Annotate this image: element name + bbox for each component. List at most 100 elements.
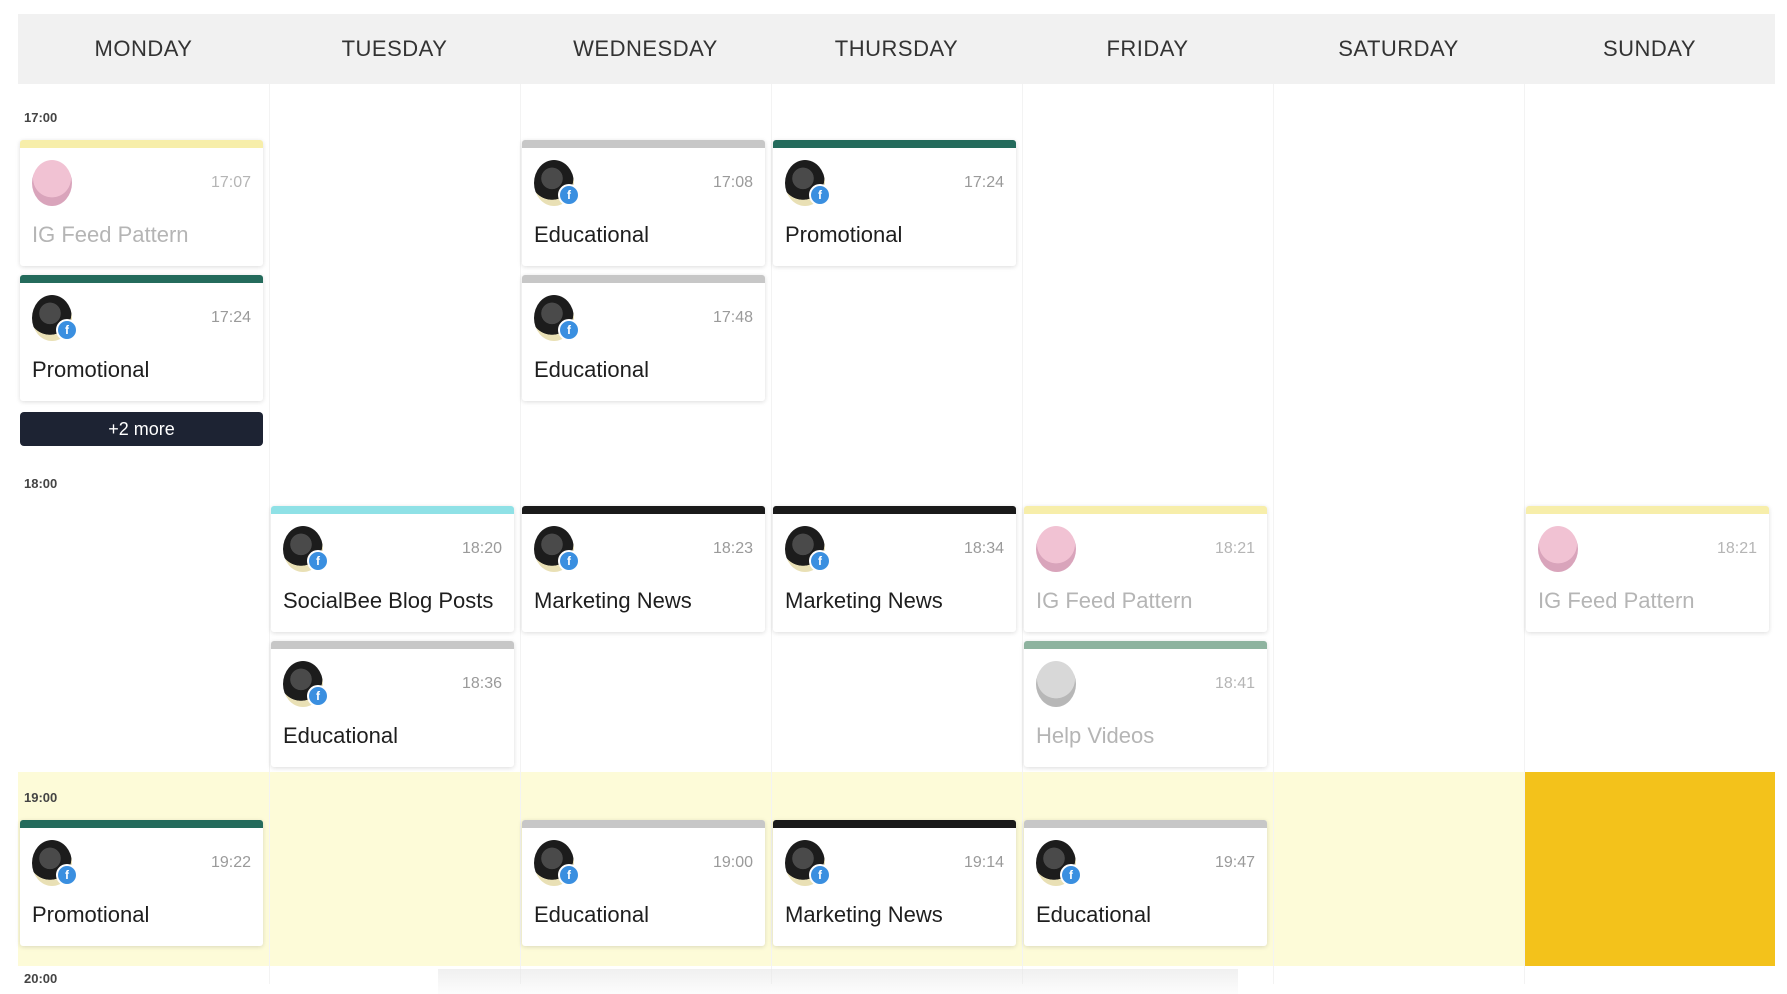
profile-avatar-icon: f [32,295,78,341]
post-time: 18:36 [461,675,502,692]
profile-avatar-icon: f [283,526,329,572]
category-color-bar [271,506,514,514]
facebook-badge-icon: f [558,319,580,341]
post-card[interactable]: f 18:23 Marketing News [522,506,765,632]
category-color-bar [522,275,765,283]
post-category-label: Promotional [32,902,150,927]
facebook-badge-icon: f [558,184,580,206]
profile-avatar-icon: f [1036,840,1082,886]
column-divider [1524,84,1525,984]
post-time: 18:41 [1214,675,1255,692]
day-header-sunday: SUNDAY [1602,36,1697,61]
post-category-label: Educational [283,723,398,748]
category-color-bar [20,820,263,828]
post-card[interactable]: f 17:08 Educational [522,140,765,266]
post-time: 19:00 [712,854,753,871]
post-time: 18:34 [963,540,1004,557]
hour-label: 19:00 [24,790,58,805]
post-category-label: IG Feed Pattern [1538,588,1695,613]
post-time: 18:21 [1214,540,1255,557]
facebook-badge-icon: f [809,864,831,886]
column-divider [771,84,772,984]
post-card[interactable]: f 18:34 Marketing News [773,506,1016,632]
post-time: 17:24 [963,174,1004,191]
category-color-bar [522,140,765,148]
post-card[interactable]: f 19:47 Educational [1024,820,1267,946]
category-color-bar [1526,506,1769,514]
facebook-badge-icon: f [558,550,580,572]
post-card[interactable]: f 18:20 SocialBee Blog Posts [271,506,514,632]
post-card[interactable]: f 19:22 Promotional [20,820,263,946]
category-color-bar [271,641,514,649]
post-time: 19:47 [1214,854,1255,871]
category-color-bar [1024,641,1267,649]
category-color-bar [773,820,1016,828]
post-time: 17:48 [712,309,753,326]
post-card[interactable]: f 17:24 Promotional [20,275,263,401]
post-time: 17:08 [712,174,753,191]
day-header-saturday: SATURDAY [1338,36,1459,61]
post-category-label: Marketing News [534,588,692,613]
category-color-bar [20,140,263,148]
hour-label: 18:00 [24,476,58,491]
category-color-bar [20,275,263,283]
profile-avatar-icon: f [534,160,580,206]
facebook-badge-icon: f [1060,864,1082,886]
post-card[interactable]: f 18:36 Educational [271,641,514,767]
post-card[interactable]: f 17:07 IG Feed Pattern [20,140,263,266]
post-category-label: Marketing News [785,588,943,613]
profile-avatar-icon: f [1036,661,1076,707]
post-category-label: Educational [534,902,649,927]
current-time-cell[interactable] [1524,772,1775,966]
post-category-label: Promotional [785,222,903,247]
post-category-label: Marketing News [785,902,943,927]
profile-avatar-icon: f [534,840,580,886]
post-card[interactable]: f 17:24 Promotional [773,140,1016,266]
column-divider [1022,84,1023,984]
category-color-bar [773,506,1016,514]
post-category-label: SocialBee Blog Posts [283,588,494,613]
post-card[interactable]: f 18:41 Help Videos [1024,641,1267,767]
facebook-badge-icon: f [809,550,831,572]
post-card[interactable]: f 17:48 Educational [522,275,765,401]
day-header-friday: FRIDAY [1106,36,1189,61]
post-time: 18:21 [1716,540,1757,557]
week-calendar: MONDAY TUESDAY WEDNESDAY THURSDAY FRIDAY… [18,14,1775,994]
facebook-badge-icon: f [307,550,329,572]
post-category-label: Educational [534,357,649,382]
profile-avatar-icon: f [534,295,580,341]
column-divider [520,84,521,984]
category-color-bar [522,506,765,514]
post-card[interactable]: f 18:21 IG Feed Pattern [1526,506,1769,632]
facebook-badge-icon: f [558,864,580,886]
category-color-bar [522,820,765,828]
post-card[interactable]: f 19:00 Educational [522,820,765,946]
facebook-badge-icon: f [56,319,78,341]
facebook-badge-icon: f [56,864,78,886]
profile-avatar-icon: f [1538,526,1578,572]
scroll-fade [438,969,1238,994]
more-posts-button[interactable]: +2 more [20,412,263,446]
post-card[interactable]: f 19:14 Marketing News [773,820,1016,946]
profile-avatar-icon: f [534,526,580,572]
profile-avatar-icon: f [283,661,329,707]
post-time: 18:20 [461,540,502,557]
post-category-label: IG Feed Pattern [1036,588,1193,613]
post-category-label: Educational [1036,902,1151,927]
post-category-label: IG Feed Pattern [32,222,189,247]
profile-avatar-icon: f [1036,526,1076,572]
facebook-badge-icon: f [307,685,329,707]
post-time: 17:07 [210,174,251,191]
profile-avatar-icon: f [32,840,78,886]
day-header-tuesday: TUESDAY [341,36,448,61]
post-time: 17:24 [210,309,251,326]
category-color-bar [773,140,1016,148]
post-card[interactable]: f 18:21 IG Feed Pattern [1024,506,1267,632]
profile-avatar-icon: f [785,840,831,886]
facebook-badge-icon: f [809,184,831,206]
day-header-thursday: THURSDAY [834,36,959,61]
post-time: 19:14 [963,854,1004,871]
category-color-bar [1024,506,1267,514]
column-divider [269,84,270,984]
post-time: 19:22 [210,854,251,871]
